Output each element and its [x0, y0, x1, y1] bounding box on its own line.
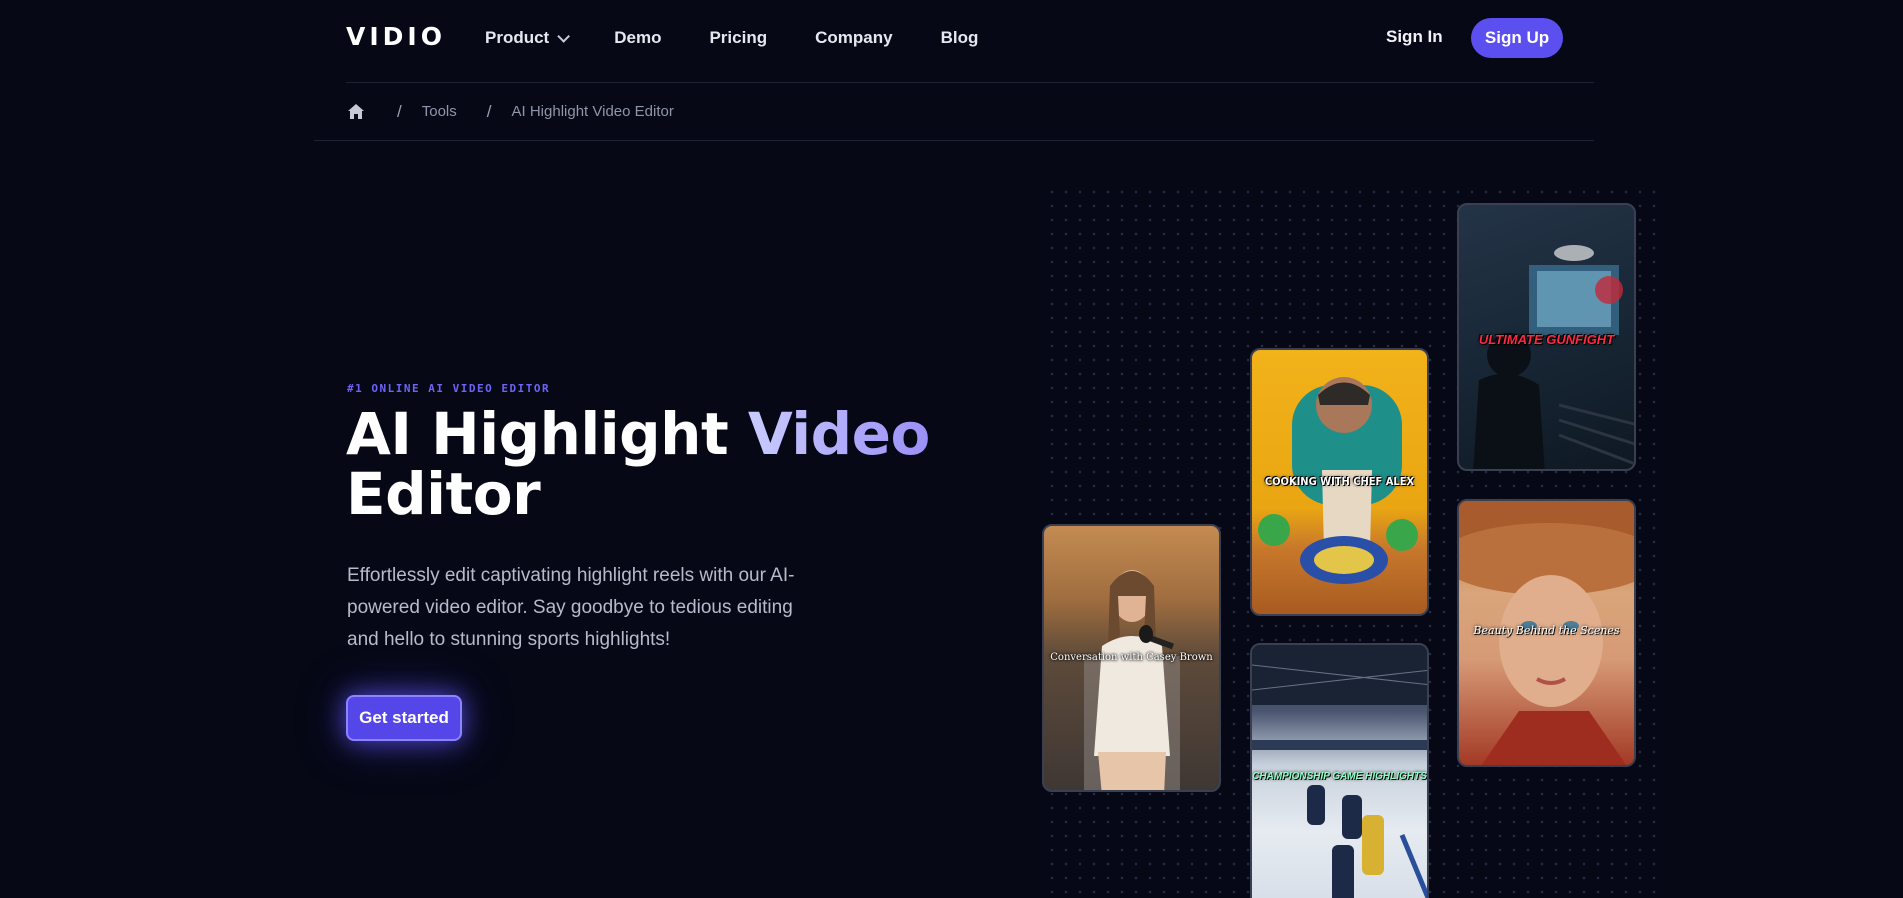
video-card-podcast[interactable]: Conversation with Casey Brown [1042, 524, 1221, 792]
title-part-2: Editor [346, 460, 541, 528]
nav-item-company[interactable]: Company [815, 28, 892, 48]
title-part-1: AI Highlight [346, 400, 748, 468]
vidio-logo[interactable]: VIDIO [346, 22, 446, 51]
nav-item-label: Blog [940, 28, 979, 47]
site-header: VIDIO Product Demo Pricing Company Blog … [346, 0, 1594, 83]
breadcrumb-current: AI Highlight Video Editor [511, 103, 674, 120]
breadcrumb-tools[interactable]: Tools [422, 103, 457, 120]
video-card-caption: Beauty Behind the Scenes [1473, 624, 1620, 637]
chevron-down-icon [557, 29, 571, 43]
nav-item-blog[interactable]: Blog [941, 28, 979, 48]
video-card-chef[interactable]: COOKING WITH CHEF ALEX [1250, 348, 1429, 616]
main-nav: Product Demo Pricing Company Blog [485, 0, 1026, 76]
home-icon[interactable] [347, 103, 365, 120]
breadcrumb-separator: / [397, 101, 402, 121]
podcast-person-image [1084, 570, 1180, 790]
title-accent: Video [747, 400, 930, 468]
hero-eyebrow: #1 ONLINE AI VIDEO EDITOR [347, 382, 551, 395]
sign-in-link[interactable]: Sign In [1386, 27, 1443, 47]
nav-item-product[interactable]: Product [485, 28, 571, 48]
video-card-caption: ULTIMATE GUNFIGHT [1478, 332, 1615, 347]
video-card-gunfight[interactable]: ULTIMATE GUNFIGHT [1457, 203, 1636, 471]
hero-description: Effortlessly edit captivating highlight … [347, 565, 795, 650]
nav-item-label: Demo [614, 28, 662, 47]
get-started-button[interactable]: Get started [346, 695, 462, 741]
video-card-caption: COOKING WITH CHEF ALEX [1264, 475, 1415, 488]
page-title: AI Highlight Video Editor [346, 404, 966, 524]
nav-item-pricing[interactable]: Pricing [709, 28, 767, 48]
video-card-beauty[interactable]: Beauty Behind the Scenes [1457, 499, 1636, 767]
video-card-caption: Conversation with Casey Brown [1050, 652, 1213, 663]
nav-item-label: Product [485, 28, 550, 47]
breadcrumb-separator: / [486, 101, 492, 121]
video-card-hockey[interactable]: CHAMPIONSHIP GAME HIGHLIGHTS [1250, 643, 1429, 898]
nav-item-label: Pricing [709, 28, 768, 47]
video-card-caption: CHAMPIONSHIP GAME HIGHLIGHTS [1252, 771, 1427, 782]
nav-item-label: Company [815, 28, 893, 47]
nav-item-demo[interactable]: Demo [614, 28, 661, 48]
sign-up-button[interactable]: Sign Up [1471, 18, 1563, 58]
breadcrumb: / Tools / AI Highlight Video Editor [314, 83, 1594, 141]
